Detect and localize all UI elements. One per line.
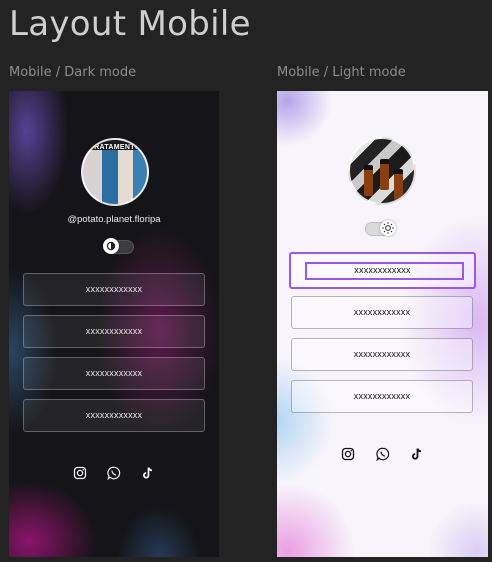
- link-button-3[interactable]: xxxxxxxxxxxx: [291, 338, 473, 371]
- profile-avatar: TRATAMENTO: [81, 138, 149, 206]
- selection-outline: [305, 262, 464, 280]
- tiktok-icon[interactable]: [410, 447, 424, 461]
- profile-avatar: [348, 137, 416, 205]
- link-button-2[interactable]: xxxxxxxxxxxx: [23, 315, 205, 348]
- link-button-1[interactable]: xxxxxxxxxxxx: [23, 273, 205, 306]
- light-mode-frame[interactable]: xxxxxxxxxxxx xxxxxxxxxxxx xxxxxxxxxxxx x…: [277, 91, 488, 557]
- instagram-icon[interactable]: [341, 447, 355, 461]
- whatsapp-icon[interactable]: [375, 447, 390, 462]
- link-button-2[interactable]: xxxxxxxxxxxx: [291, 296, 473, 329]
- link-button-3[interactable]: xxxxxxxxxxxx: [23, 357, 205, 390]
- theme-toggle[interactable]: [365, 220, 396, 236]
- whatsapp-icon[interactable]: [107, 466, 121, 481]
- instagram-icon[interactable]: [73, 466, 87, 480]
- link-button-4[interactable]: xxxxxxxxxxxx: [291, 380, 473, 413]
- page-title: Layout Mobile: [9, 4, 251, 44]
- profile-handle: @potato.planet.floripa: [67, 214, 161, 225]
- link-button-1-selected[interactable]: xxxxxxxxxxxx: [289, 252, 476, 289]
- half-moon-icon: [103, 238, 119, 254]
- sun-icon: [380, 220, 396, 236]
- light-frame-label: Mobile / Light mode: [277, 65, 406, 80]
- theme-toggle[interactable]: [103, 238, 134, 254]
- avatar-text: TRATAMENTO: [89, 144, 141, 151]
- social-icons: [9, 464, 219, 482]
- tiktok-icon[interactable]: [141, 466, 155, 480]
- link-button-4[interactable]: xxxxxxxxxxxx: [23, 399, 205, 432]
- dark-mode-frame[interactable]: TRATAMENTO @potato.planet.floripa xxxxxx…: [9, 91, 219, 557]
- dark-frame-label: Mobile / Dark mode: [9, 65, 137, 80]
- social-icons: [277, 445, 488, 463]
